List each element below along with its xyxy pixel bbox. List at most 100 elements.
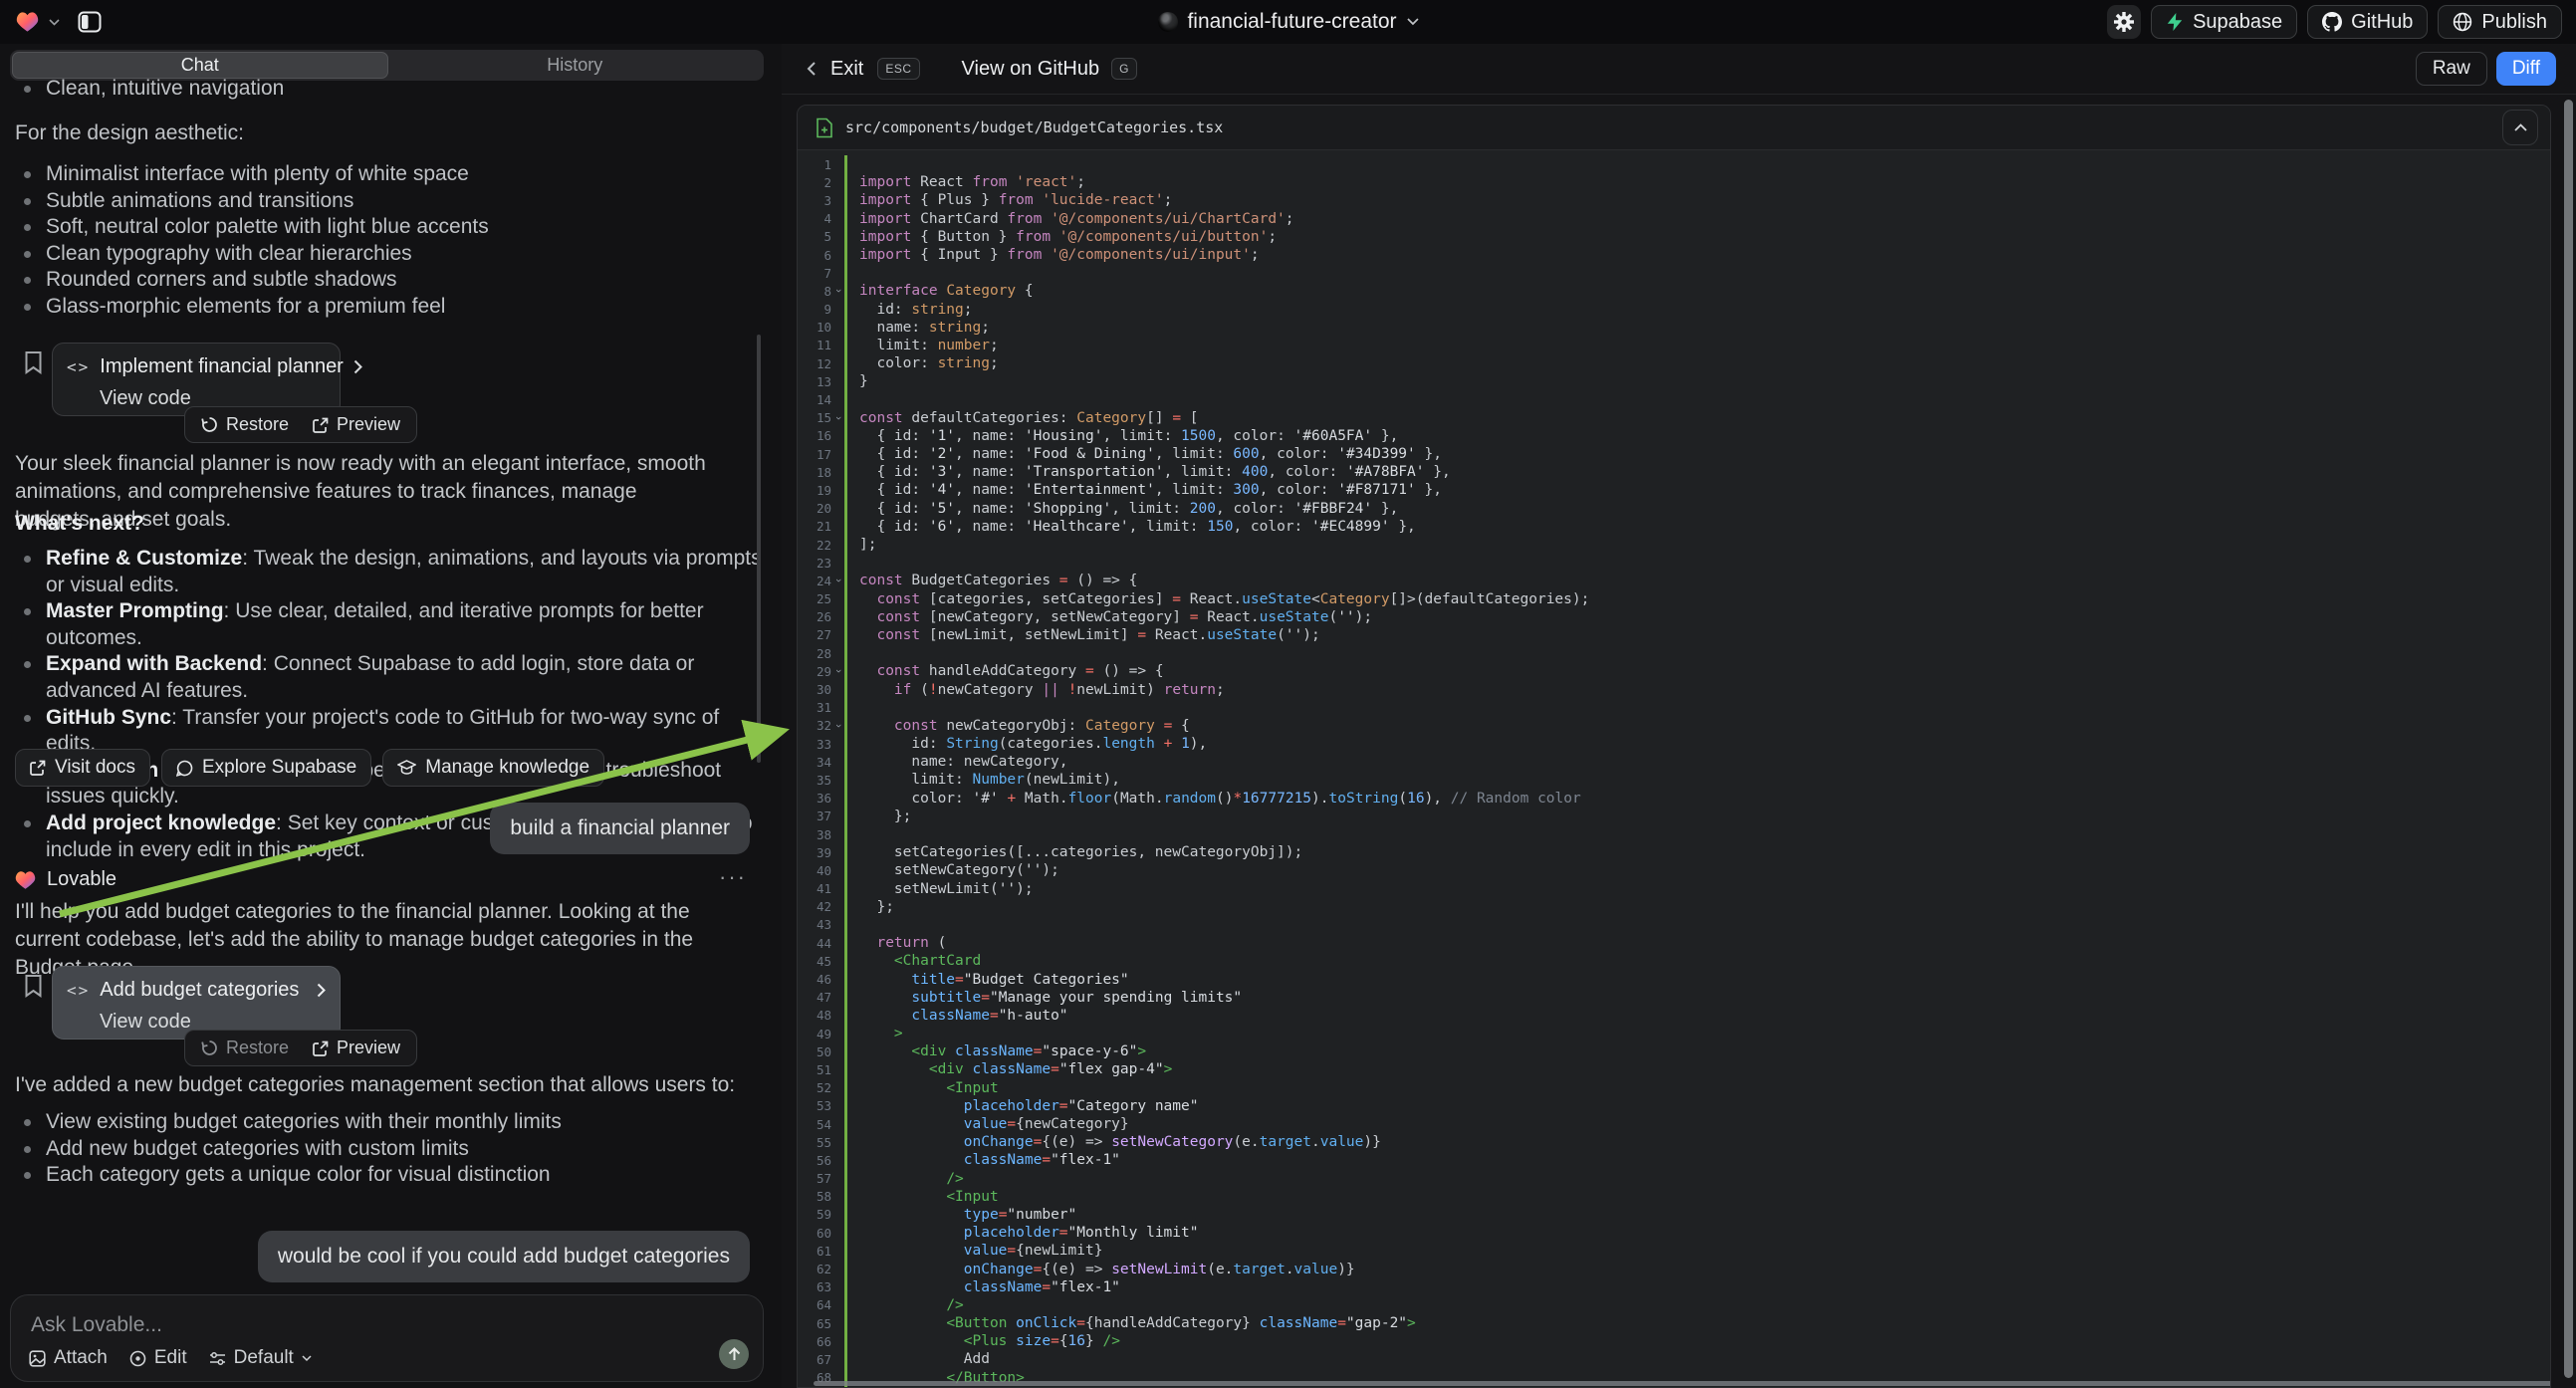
attach-button[interactable]: Attach xyxy=(29,1347,108,1369)
code-line: 50 <div className="space-y-6"> xyxy=(798,1042,2550,1060)
preview-button[interactable]: Preview xyxy=(303,414,410,435)
chevron-down-icon xyxy=(302,1355,312,1362)
code-line: 2import React from 'react'; xyxy=(798,173,2550,191)
manage-knowledge-label: Manage knowledge xyxy=(425,757,589,779)
external-link-icon xyxy=(313,417,329,433)
edit-button[interactable]: Edit xyxy=(129,1347,187,1369)
code-icon: <> xyxy=(67,981,90,1000)
restore-label: Restore xyxy=(226,1038,289,1058)
restore-button[interactable]: Restore xyxy=(191,414,299,435)
view-on-github-button[interactable]: View on GitHub G xyxy=(962,58,1137,81)
code-line: 16 { id: '1', name: 'Housing', limit: 15… xyxy=(798,427,2550,445)
view-on-github-label: View on GitHub xyxy=(962,58,1100,81)
bookmark-icon[interactable] xyxy=(24,350,43,374)
more-options-icon[interactable]: ··· xyxy=(719,864,747,890)
send-button[interactable] xyxy=(719,1339,749,1369)
code-line: 31 xyxy=(798,699,2550,717)
code-line: 66 <Plus size={16} /> xyxy=(798,1332,2550,1350)
version-toolbar: Restore Preview xyxy=(184,1030,417,1066)
file-header[interactable]: src/components/budget/BudgetCategories.t… xyxy=(798,106,2550,150)
restore-button[interactable]: Restore xyxy=(191,1038,299,1058)
settings-button[interactable] xyxy=(2107,5,2141,39)
code-scrollbar-horizontal[interactable] xyxy=(814,1381,2551,1386)
visit-docs-label: Visit docs xyxy=(55,757,135,779)
explore-supabase-button[interactable]: Explore Supabase xyxy=(161,749,371,787)
tab-history[interactable]: History xyxy=(388,52,763,79)
code-line: 45 <ChartCard xyxy=(798,952,2550,970)
code-line: 32› const newCategoryObj: Category = { xyxy=(798,717,2550,735)
code-line: 35 limit: Number(newLimit), xyxy=(798,771,2550,789)
raw-button[interactable]: Raw xyxy=(2416,52,2487,86)
back-chevron-icon[interactable] xyxy=(807,61,817,77)
model-label: Default xyxy=(234,1347,294,1369)
version-card-add-budget-categories[interactable]: <> Add budget categories View code xyxy=(52,966,341,1040)
code-line: 51 <div className="flex gap-4"> xyxy=(798,1060,2550,1078)
preview-label: Preview xyxy=(337,414,400,435)
logo-chevron-icon[interactable] xyxy=(49,19,60,26)
code-line: 43 xyxy=(798,916,2550,934)
code-line: 5import { Button } from '@/components/ui… xyxy=(798,228,2550,246)
lovable-logo-icon[interactable] xyxy=(16,11,39,33)
publish-label: Publish xyxy=(2481,11,2547,34)
added-summary: I've added a new budget categories manag… xyxy=(0,1071,742,1099)
assistant-name: Lovable xyxy=(47,868,117,891)
diff-button[interactable]: Diff xyxy=(2496,52,2556,86)
code-line: 6import { Input } from '@/components/ui/… xyxy=(798,246,2550,264)
globe-icon xyxy=(2453,12,2472,32)
list-item: Subtle animations and transitions xyxy=(0,188,757,215)
code-content[interactable]: 12import React from 'react';3import { Pl… xyxy=(798,151,2550,1387)
lovable-heart-icon xyxy=(15,870,36,890)
collapse-button[interactable] xyxy=(2502,110,2538,145)
code-line: 30 if (!newCategory || !newLimit) return… xyxy=(798,680,2550,698)
exit-button[interactable]: Exit xyxy=(830,58,863,81)
code-line: 46 title="Budget Categories" xyxy=(798,970,2550,988)
version-card-implement-financial-planner[interactable]: <> Implement financial planner View code xyxy=(52,343,341,416)
code-line: 29› const handleAddCategory = () => { xyxy=(798,662,2550,680)
tab-chat[interactable]: Chat xyxy=(12,52,388,79)
chat-input-box: Ask Lovable... Attach Edit Default xyxy=(10,1294,764,1382)
code-line: 25 const [categories, setCategories] = R… xyxy=(798,590,2550,608)
code-line: 62 onChange={(e) => setNewLimit(e.target… xyxy=(798,1260,2550,1277)
file-added-icon xyxy=(816,117,833,138)
code-line: 1 xyxy=(798,155,2550,173)
code-line: 4import ChartCard from '@/components/ui/… xyxy=(798,210,2550,228)
code-file-card: src/components/budget/BudgetCategories.t… xyxy=(797,105,2551,1388)
g-key-badge: G xyxy=(1111,58,1137,80)
github-label: GitHub xyxy=(2351,11,2413,34)
code-line: 65 <Button onClick={handleAddCategory} c… xyxy=(798,1314,2550,1332)
list-item: Refine & Customize: Tweak the design, an… xyxy=(0,546,769,598)
code-line: 3import { Plus } from 'lucide-react'; xyxy=(798,191,2550,209)
chat-bubble-icon xyxy=(176,760,193,777)
list-item: Soft, neutral color palette with light b… xyxy=(0,214,757,241)
code-line: 67 Add xyxy=(798,1350,2550,1368)
code-line: 7 xyxy=(798,264,2550,282)
model-selector[interactable]: Default xyxy=(209,1347,312,1369)
supabase-button[interactable]: Supabase xyxy=(2151,5,2297,39)
publish-button[interactable]: Publish xyxy=(2438,5,2562,39)
project-switcher[interactable]: financial-future-creator xyxy=(1157,10,1418,34)
sidebar-toggle-icon[interactable] xyxy=(78,11,102,33)
app-window: financial-future-creator Supabase G xyxy=(0,0,2576,1388)
assistant-header: Lovable xyxy=(15,868,117,891)
knowledge-icon xyxy=(397,760,416,776)
design-bullet-list: Minimalist interface with plenty of whit… xyxy=(0,161,757,321)
github-button[interactable]: GitHub xyxy=(2307,5,2428,39)
code-line: 9 id: string; xyxy=(798,301,2550,319)
chat-input[interactable]: Ask Lovable... xyxy=(31,1313,743,1337)
code-line: 47 subtitle="Manage your spending limits… xyxy=(798,989,2550,1007)
preview-button[interactable]: Preview xyxy=(303,1038,410,1058)
code-icon: <> xyxy=(67,357,90,376)
visit-docs-button[interactable]: Visit docs xyxy=(15,749,150,787)
code-line: 57 /> xyxy=(798,1170,2550,1188)
chat-scrollbar[interactable] xyxy=(757,335,761,763)
esc-key-badge: ESC xyxy=(877,58,919,80)
code-line: 61 value={newLimit} xyxy=(798,1242,2550,1260)
manage-knowledge-button[interactable]: Manage knowledge xyxy=(382,749,604,787)
code-line: 10 name: string; xyxy=(798,319,2550,337)
chevron-right-icon xyxy=(317,983,326,998)
code-scrollbar-vertical[interactable] xyxy=(2564,100,2573,1378)
code-line: 37 }; xyxy=(798,808,2550,825)
project-name: financial-future-creator xyxy=(1187,10,1396,34)
explore-supabase-label: Explore Supabase xyxy=(202,757,356,779)
bookmark-icon[interactable] xyxy=(24,974,43,998)
